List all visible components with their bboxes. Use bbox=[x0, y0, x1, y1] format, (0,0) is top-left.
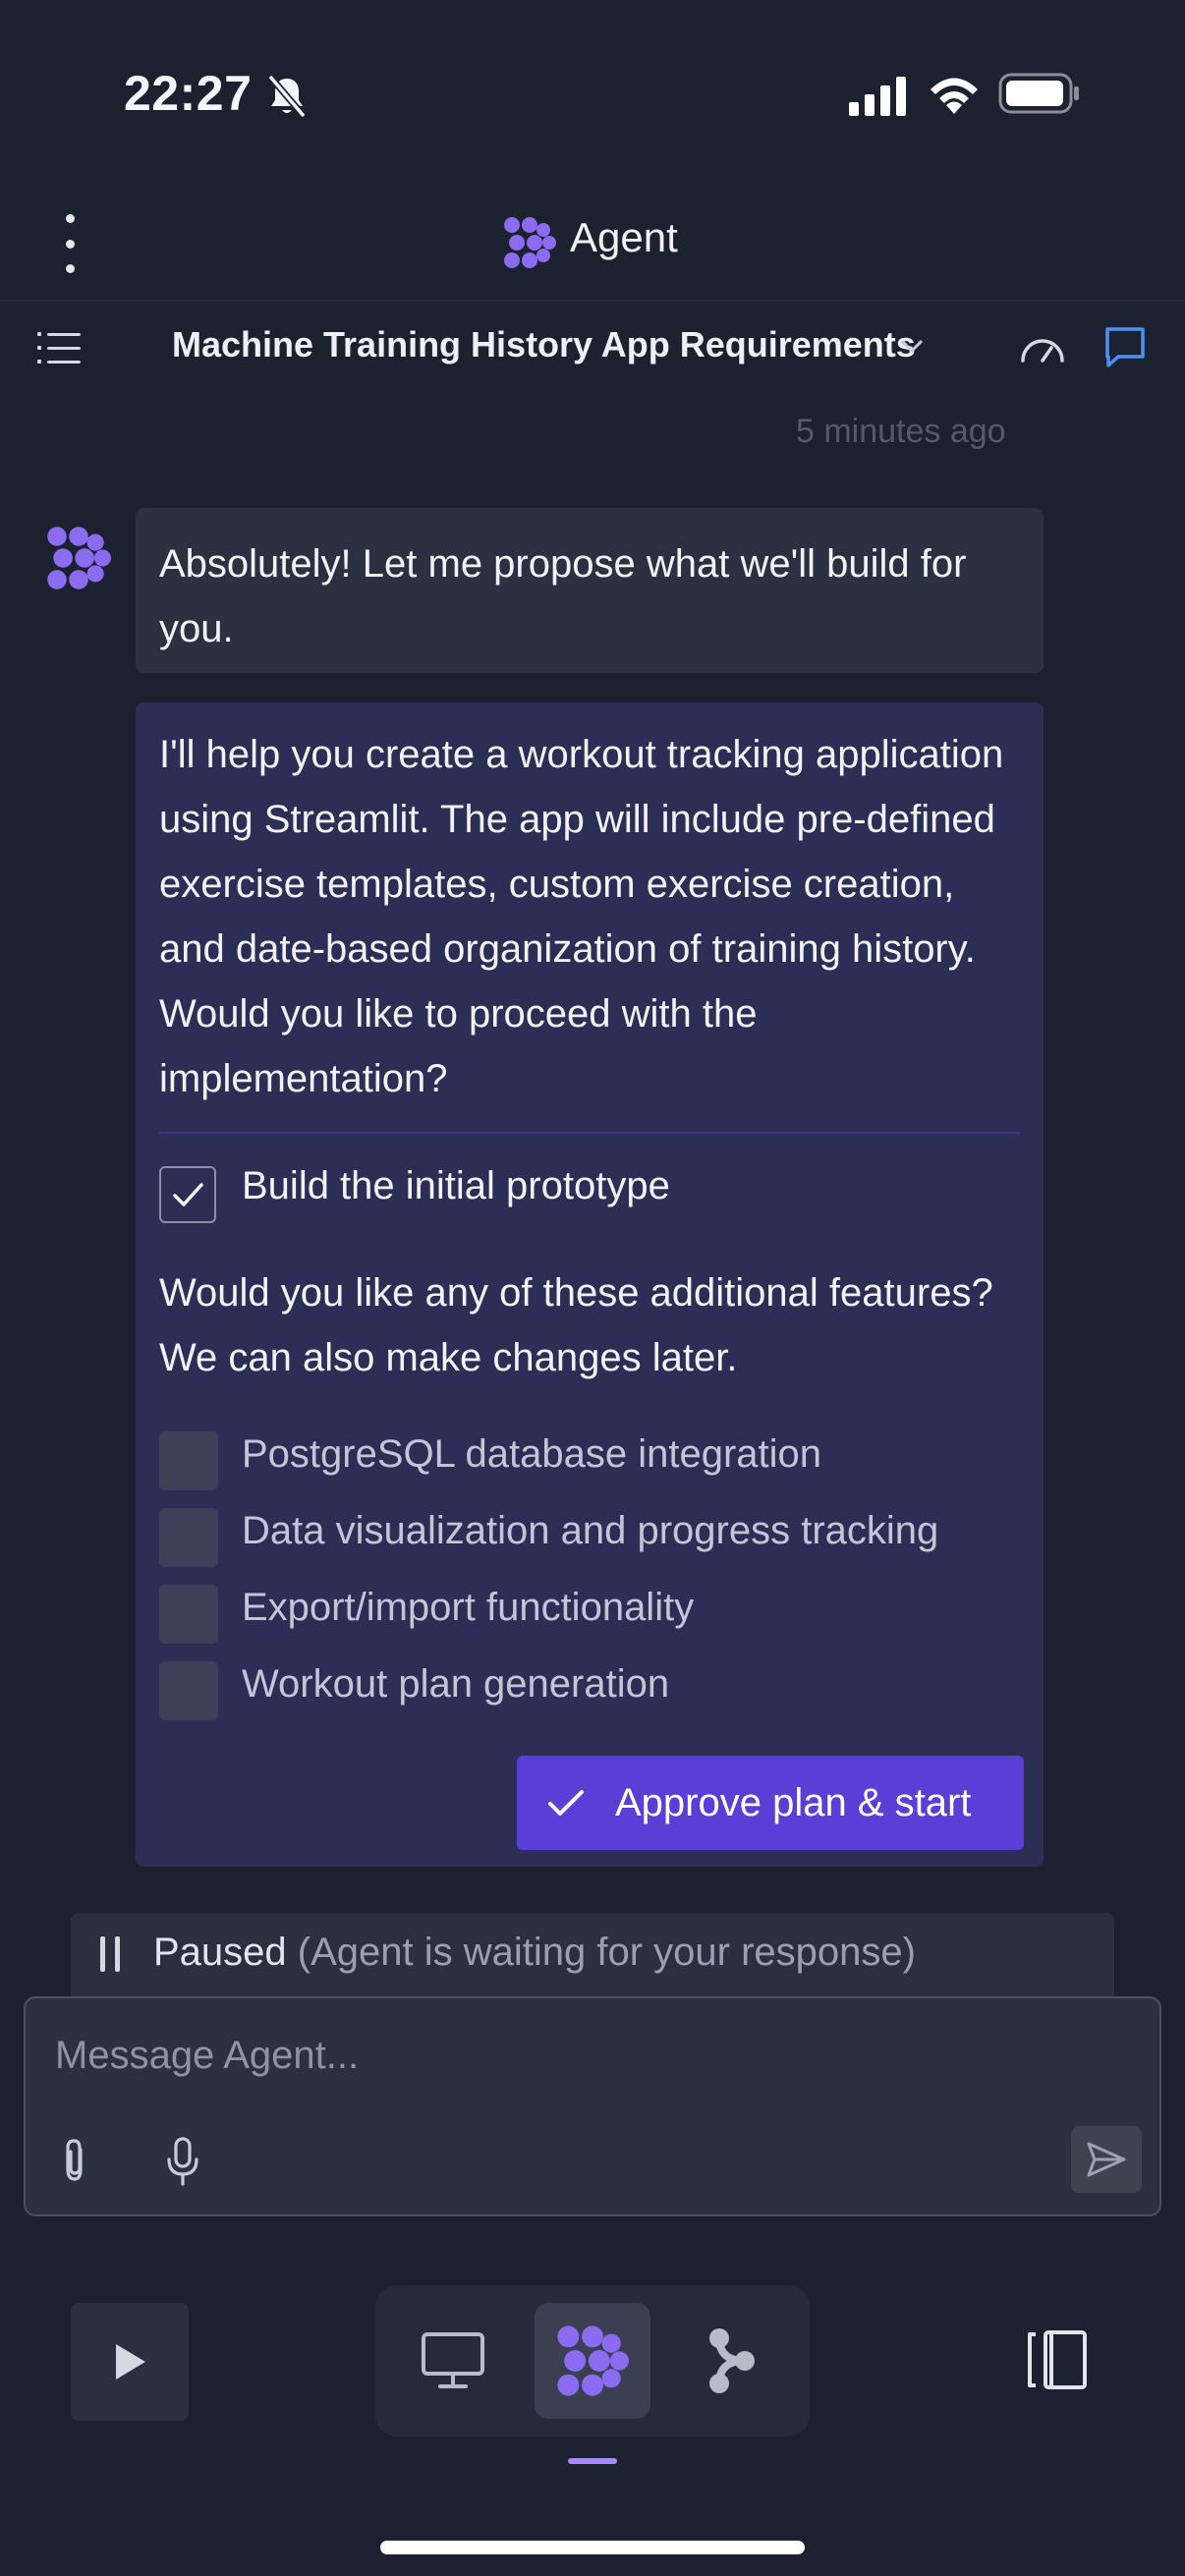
option-checkbox-data-visualization[interactable] bbox=[159, 1508, 218, 1567]
message-input[interactable] bbox=[55, 2034, 1097, 2078]
plan-description: I'll help you create a workout tracking … bbox=[159, 733, 1004, 1100]
header-divider bbox=[0, 300, 1185, 302]
option-checkbox-workout-plan[interactable] bbox=[159, 1661, 218, 1720]
gauge-icon[interactable] bbox=[1018, 329, 1067, 364]
agent-tab-icon bbox=[557, 2325, 629, 2396]
paused-detail: (Agent is waiting for your response) bbox=[297, 1931, 916, 1974]
pause-icon bbox=[100, 1936, 120, 1972]
paperclip-icon[interactable] bbox=[55, 2136, 94, 2185]
battery-icon bbox=[998, 73, 1079, 114]
message-composer bbox=[24, 1996, 1161, 2216]
option-label-data-visualization: Data visualization and progress tracking bbox=[242, 1509, 939, 1552]
option-checkbox-export-import[interactable] bbox=[159, 1585, 218, 1644]
additional-features-prompt: Would you like any of these additional f… bbox=[159, 1271, 993, 1379]
workflow-icon bbox=[709, 2328, 755, 2393]
approve-plan-button[interactable]: Approve plan & start bbox=[517, 1756, 1024, 1850]
paused-status: Paused (Agent is waiting for your respon… bbox=[153, 1931, 916, 1975]
message-timestamp: 5 minutes ago bbox=[796, 413, 1006, 450]
agent-logo-icon bbox=[504, 217, 556, 268]
tab-workflow[interactable] bbox=[674, 2303, 790, 2419]
send-icon bbox=[1087, 2142, 1126, 2177]
more-options-button[interactable] bbox=[59, 214, 81, 273]
paused-label: Paused bbox=[153, 1931, 287, 1974]
paused-banner: Paused (Agent is waiting for your respon… bbox=[71, 1913, 1114, 1997]
approve-plan-label: Approve plan & start bbox=[615, 1780, 972, 1824]
chat-bubble-icon[interactable] bbox=[1102, 324, 1148, 369]
tab-agent[interactable] bbox=[535, 2303, 650, 2419]
home-indicator bbox=[380, 2541, 805, 2554]
monitor-icon bbox=[422, 2332, 484, 2388]
chevron-down-icon[interactable] bbox=[899, 337, 925, 355]
view-switcher bbox=[375, 2285, 810, 2436]
play-icon bbox=[116, 2344, 145, 2380]
checkmark-icon bbox=[173, 1183, 203, 1206]
prototype-label: Build the initial prototype bbox=[242, 1164, 670, 1207]
thread-title[interactable]: Machine Training History App Requirement… bbox=[172, 324, 916, 365]
bell-muted-icon bbox=[267, 74, 307, 119]
active-tab-indicator bbox=[568, 2458, 617, 2464]
app-title: Agent bbox=[570, 214, 678, 260]
option-label-workout-plan: Workout plan generation bbox=[242, 1662, 670, 1706]
microphone-icon[interactable] bbox=[163, 2136, 202, 2187]
option-label-export-import: Export/import functionality bbox=[242, 1586, 695, 1629]
plan-divider bbox=[159, 1132, 1020, 1134]
status-time: 22:27 bbox=[124, 66, 253, 121]
run-button[interactable] bbox=[71, 2303, 189, 2421]
agent-message-intro: Absolutely! Let me propose what we'll bu… bbox=[136, 508, 1044, 673]
panel-toggle-icon[interactable] bbox=[1022, 2328, 1093, 2391]
plan-card: I'll help you create a workout tracking … bbox=[136, 702, 1044, 1867]
signal-icon bbox=[849, 77, 906, 116]
tab-preview[interactable] bbox=[395, 2303, 511, 2419]
list-icon[interactable] bbox=[37, 331, 81, 364]
option-checkbox-postgresql[interactable] bbox=[159, 1431, 218, 1490]
agent-avatar-icon bbox=[47, 527, 111, 589]
check-icon bbox=[548, 1790, 584, 1816]
prototype-checkbox[interactable] bbox=[159, 1166, 216, 1223]
wifi-icon bbox=[931, 78, 978, 114]
send-button[interactable] bbox=[1071, 2126, 1142, 2193]
option-label-postgresql: PostgreSQL database integration bbox=[242, 1432, 822, 1476]
